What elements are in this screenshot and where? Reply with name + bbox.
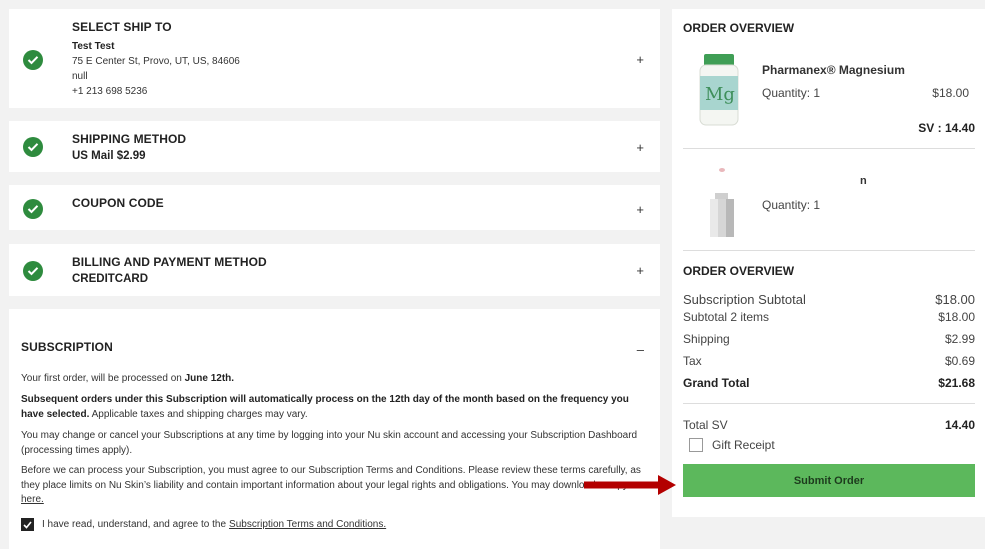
item-divider (683, 148, 975, 149)
expand-ship-to-icon[interactable]: + (636, 52, 644, 67)
gift-receipt-row[interactable]: Gift Receipt (689, 438, 775, 452)
product-price-1: $18.00 (932, 86, 969, 100)
subscription-subtotal-label: Subscription Subtotal (683, 292, 806, 307)
ship-to-section[interactable]: SELECT SHIP TO Test Test 75 E Center St,… (9, 9, 660, 108)
change-cancel-text: You may change or cancel your Subscripti… (21, 430, 638, 456)
expand-shipping-icon[interactable]: + (636, 140, 644, 155)
shipping-method-section[interactable]: SHIPPING METHOD US Mail $2.99 + (9, 121, 660, 172)
agree-label: I have read, understand, and agree to th… (42, 519, 227, 530)
first-order-label: Your first order, will be processed on (21, 373, 185, 384)
ship-to-phone: +1 213 698 5236 (72, 86, 148, 97)
ship-to-line3: null (72, 71, 88, 82)
shipping-label: Shipping (683, 332, 730, 346)
subscription-title: SUBSCRIPTION (21, 340, 113, 354)
tax-label: Tax (683, 354, 702, 368)
product-image-magnesium: Mg (698, 54, 740, 126)
agree-checkbox[interactable] (21, 518, 34, 531)
grand-total-value: $21.68 (938, 376, 975, 390)
check-icon (23, 50, 43, 70)
order-overview-title: ORDER OVERVIEW (683, 21, 795, 35)
submit-order-button[interactable]: Submit Order (683, 464, 975, 497)
coupon-title: COUPON CODE (72, 196, 164, 210)
first-order-text: Your first order, will be processed on J… (21, 372, 646, 387)
product-image-device (704, 167, 740, 239)
grand-total-row: Grand Total $21.68 (683, 376, 975, 390)
order-overview-panel: ORDER OVERVIEW Mg Pharmanex® Magnesium Q… (672, 9, 985, 517)
total-sv-value: 14.40 (944, 418, 975, 432)
bottle-label-text: Mg (705, 84, 735, 105)
first-order-date: June 12th. (184, 373, 235, 384)
expand-coupon-icon[interactable]: + (636, 202, 644, 217)
product-name-2: n (860, 175, 867, 187)
subsequent-orders-text: Subsequent orders under this Subscriptio… (21, 393, 646, 422)
billing-section[interactable]: BILLING AND PAYMENT METHOD CREDITCARD + (9, 244, 660, 296)
shipping-row: Shipping $2.99 (683, 332, 975, 346)
terms-review-body: Before we can process your Subscription,… (21, 465, 641, 491)
subtotal-label: Subtotal 2 items (683, 310, 770, 324)
product-quantity-1: Quantity: 1 (762, 86, 821, 100)
product-name-1: Pharmanex® Magnesium (762, 63, 905, 77)
ship-to-title: SELECT SHIP TO (72, 20, 172, 34)
red-arrow-icon (584, 475, 676, 495)
terms-review-text: Before we can process your Subscription,… (21, 464, 646, 508)
expand-billing-icon[interactable]: + (636, 263, 644, 278)
check-icon (23, 137, 43, 157)
subscription-subtotal-value: $18.00 (935, 292, 975, 307)
subscription-section: SUBSCRIPTION – Your first order, will be… (9, 309, 660, 549)
submit-order-label: Submit Order (793, 474, 865, 487)
gift-receipt-checkbox[interactable] (689, 438, 703, 452)
check-icon (23, 261, 43, 281)
ship-to-street: 75 E Center St, Provo, UT, US, 84606 (72, 56, 240, 67)
shipping-value: $2.99 (944, 332, 975, 346)
total-sv-row: Total SV 14.40 (683, 418, 975, 432)
subscription-subtotal-row: Subscription Subtotal $18.00 (683, 292, 975, 307)
check-icon (23, 199, 43, 219)
shipping-method-title: SHIPPING METHOD (72, 132, 187, 146)
total-sv-label: Total SV (683, 418, 728, 432)
tax-value: $0.69 (944, 354, 975, 368)
product-quantity-2: Quantity: 1 (762, 198, 821, 212)
grand-total-label: Grand Total (683, 376, 750, 390)
billing-title: BILLING AND PAYMENT METHOD (72, 255, 267, 269)
subtotal-value: $18.00 (938, 310, 975, 324)
ship-to-address: Test Test 75 E Center St, Provo, UT, US,… (72, 39, 240, 99)
download-terms-link[interactable]: here. (21, 494, 44, 505)
product-sv-1: SV : 14.40 (918, 121, 975, 135)
ship-to-name: Test Test (72, 41, 115, 52)
agree-checkbox-row[interactable]: I have read, understand, and agree to th… (21, 518, 386, 531)
gift-receipt-label: Gift Receipt (712, 438, 775, 452)
shipping-method-value: US Mail $2.99 (72, 150, 146, 162)
collapse-subscription-icon[interactable]: – (637, 342, 644, 357)
subsequent-orders-note: Applicable taxes and shipping charges ma… (89, 408, 308, 420)
tax-row: Tax $0.69 (683, 354, 975, 368)
coupon-section[interactable]: COUPON CODE + (9, 185, 660, 230)
summary-title: ORDER OVERVIEW (683, 264, 795, 278)
summary-divider (683, 403, 975, 404)
billing-value: CREDITCARD (72, 273, 149, 285)
item-divider (683, 250, 975, 251)
checkmark-icon (23, 520, 32, 529)
subscription-terms-link[interactable]: Subscription Terms and Conditions. (229, 519, 386, 530)
subtotal-row: Subtotal 2 items $18.00 (683, 310, 975, 324)
